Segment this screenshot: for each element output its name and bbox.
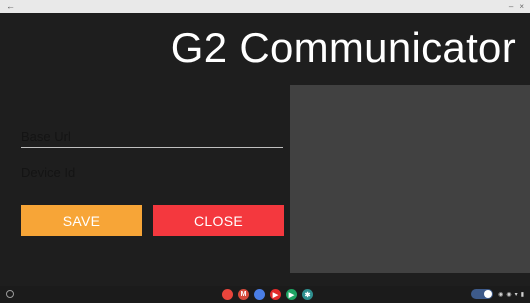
toggle-icon[interactable] bbox=[471, 289, 494, 299]
window-titlebar: ← – × bbox=[0, 0, 530, 13]
docs-icon[interactable] bbox=[254, 289, 265, 300]
play-store-icon[interactable]: ▶ bbox=[286, 289, 297, 300]
app-title: G2 Communicator bbox=[170, 24, 516, 71]
shelf-apps: M ▶ ▶ ✱ bbox=[222, 289, 313, 300]
youtube-icon[interactable]: ▶ bbox=[270, 289, 281, 300]
tray-status-icon: ◉ bbox=[498, 291, 504, 298]
settings-icon[interactable]: ✱ bbox=[302, 289, 313, 300]
minimize-icon[interactable]: – bbox=[509, 2, 513, 11]
tray-status-icon: ▾ bbox=[514, 291, 518, 298]
close-button[interactable]: CLOSE bbox=[153, 205, 284, 236]
tray-status-icon: ▮ bbox=[520, 291, 524, 298]
back-arrow-icon[interactable]: ← bbox=[6, 2, 15, 11]
device-id-input[interactable] bbox=[21, 162, 283, 182]
status-tray[interactable]: ◉ ◉ ▾ ▮ bbox=[471, 289, 524, 299]
gmail-icon[interactable]: M bbox=[238, 289, 249, 300]
app-window: ← – × G2 Communicator SAVE CLOSE M ▶ ▶ ✱ ◉◉… bbox=[0, 0, 530, 303]
tray-status-icon: ◉ bbox=[506, 291, 512, 298]
launcher-icon[interactable] bbox=[6, 290, 14, 298]
preview-panel bbox=[290, 85, 530, 273]
save-button[interactable]: SAVE bbox=[21, 205, 142, 236]
tray-icons: ◉ ◉ ▾ ▮ bbox=[498, 291, 524, 298]
chromeos-shelf: M ▶ ▶ ✱ ◉ ◉ ▾ ▮ bbox=[0, 286, 530, 303]
window-controls: – × bbox=[509, 2, 524, 11]
base-url-input[interactable] bbox=[21, 125, 283, 148]
close-window-icon[interactable]: × bbox=[519, 2, 524, 11]
chrome-icon[interactable] bbox=[222, 289, 233, 300]
